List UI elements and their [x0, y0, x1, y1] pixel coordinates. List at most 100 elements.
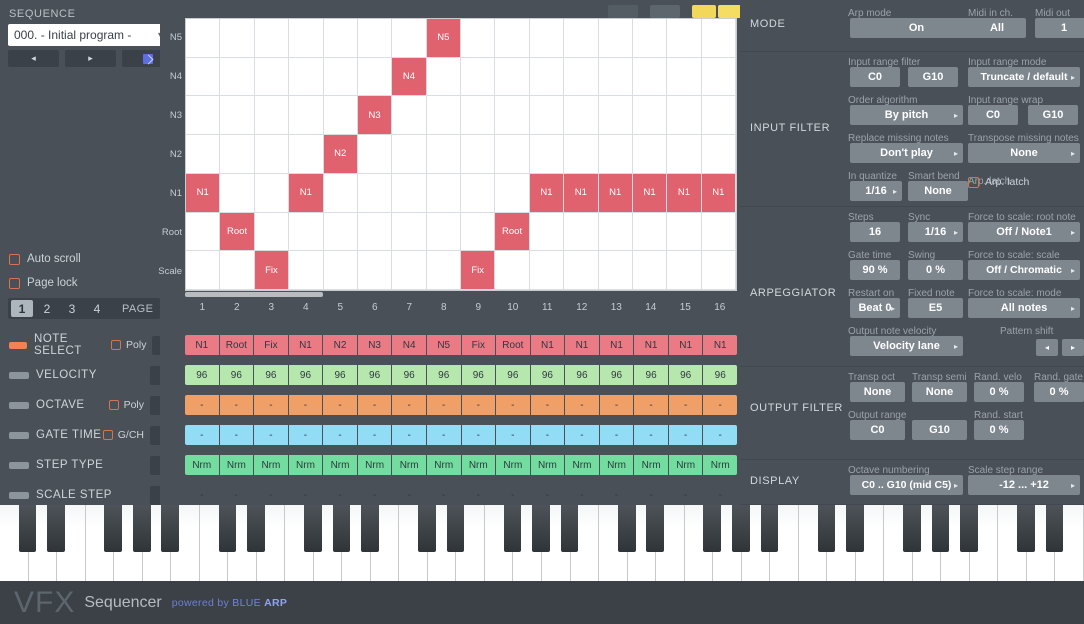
piano-black-key[interactable]: [703, 505, 722, 552]
lane-cell[interactable]: -: [288, 395, 323, 415]
page-button-2[interactable]: 2: [36, 300, 58, 317]
grid-cell[interactable]: [598, 19, 633, 58]
grid-cell[interactable]: [426, 96, 461, 136]
grid-cell[interactable]: [701, 19, 736, 58]
lane-cell[interactable]: Nrm: [703, 455, 737, 475]
grid-cell[interactable]: [598, 251, 633, 290]
grid-cell[interactable]: [186, 212, 221, 252]
grid-cell[interactable]: [323, 212, 358, 252]
piano-black-key[interactable]: [903, 505, 921, 552]
lane-cell[interactable]: Root: [219, 335, 254, 355]
lane-cell[interactable]: N1: [634, 335, 668, 355]
piano-black-key[interactable]: [304, 505, 322, 552]
lane-cell[interactable]: -: [323, 395, 357, 415]
lane-cell[interactable]: -: [565, 485, 599, 505]
lane-cell[interactable]: -: [357, 425, 392, 445]
grid-cell[interactable]: [289, 135, 324, 174]
lane-cell[interactable]: -: [185, 485, 219, 505]
field-value-steps[interactable]: 16: [850, 222, 900, 242]
lane-cell[interactable]: 96: [323, 365, 357, 385]
piano-black-key[interactable]: [161, 505, 180, 552]
grid-cell[interactable]: [392, 251, 427, 290]
lane-cell[interactable]: -: [565, 395, 599, 415]
grid-cell-active[interactable]: Fix: [461, 251, 496, 290]
lane-cell[interactable]: -: [634, 485, 668, 505]
grid-cell[interactable]: [632, 57, 668, 97]
lane-cell[interactable]: -: [669, 485, 703, 505]
piano-black-key[interactable]: [817, 505, 836, 552]
lane-cell[interactable]: N3: [357, 335, 392, 355]
indicator-2[interactable]: [650, 5, 680, 18]
grid-cell[interactable]: [598, 96, 633, 136]
grid-cell[interactable]: [598, 212, 633, 252]
grid-cell[interactable]: [632, 19, 668, 58]
piano-black-key[interactable]: [361, 505, 379, 552]
grid-cell[interactable]: [632, 212, 668, 252]
lane-cell[interactable]: Nrm: [392, 455, 426, 475]
grid-cell[interactable]: [323, 251, 358, 290]
lane-cell[interactable]: 96: [599, 365, 634, 385]
piano-black-key[interactable]: [47, 505, 66, 552]
grid-cell[interactable]: [254, 173, 290, 213]
lane-cell[interactable]: -: [426, 395, 461, 415]
grid-cell[interactable]: [254, 96, 290, 136]
lane-cell[interactable]: -: [185, 425, 219, 445]
grid-cell[interactable]: [289, 251, 324, 290]
grid-cell[interactable]: [495, 57, 530, 97]
grid-cell-active[interactable]: N1: [186, 173, 221, 213]
grid-cell[interactable]: [357, 212, 393, 252]
lane-cell[interactable]: Nrm: [461, 455, 496, 475]
lane-toggle-poly[interactable]: Poly: [108, 399, 144, 411]
grid-cell[interactable]: [564, 57, 599, 97]
grid-cell[interactable]: [701, 96, 736, 136]
grid-cell[interactable]: [495, 173, 530, 213]
grid-cell[interactable]: [461, 135, 496, 174]
grid-cell[interactable]: [392, 96, 427, 136]
lane-cell[interactable]: 96: [254, 365, 288, 385]
lane-cell[interactable]: 96: [703, 365, 737, 385]
lane-cell[interactable]: N1: [185, 335, 219, 355]
lane-cell[interactable]: -: [288, 425, 323, 445]
grid-cell[interactable]: [289, 212, 324, 252]
lane-cell[interactable]: Nrm: [530, 455, 565, 475]
grid-cell[interactable]: [220, 251, 255, 290]
field-value-gate-time[interactable]: 90 %: [850, 260, 900, 280]
grid-cell[interactable]: [426, 135, 461, 174]
lane-cell[interactable]: Nrm: [426, 455, 461, 475]
field-value-transpose-missing-notes[interactable]: None: [968, 143, 1080, 163]
grid-cell[interactable]: [667, 96, 702, 136]
lane-cell[interactable]: -: [703, 425, 737, 445]
field-value-rand-start[interactable]: 0 %: [974, 420, 1024, 440]
grid-cell[interactable]: [564, 251, 599, 290]
lane-toggle-g-ch[interactable]: G/CH: [102, 429, 144, 441]
field-value-input-range-mode[interactable]: Truncate / default: [968, 67, 1080, 87]
led-right[interactable]: [718, 5, 742, 18]
grid-cell[interactable]: [220, 96, 255, 136]
grid-cell[interactable]: [598, 135, 633, 174]
lane-cell[interactable]: 96: [634, 365, 668, 385]
page-button-3[interactable]: 3: [61, 300, 83, 317]
lane-cell[interactable]: N4: [392, 335, 426, 355]
lane-cell[interactable]: -: [392, 395, 426, 415]
lane-cell[interactable]: Nrm: [565, 455, 599, 475]
grid-cell[interactable]: [461, 173, 496, 213]
grid-cell-active[interactable]: N3: [357, 96, 393, 136]
grid-cell[interactable]: [254, 57, 290, 97]
grid-cell[interactable]: [289, 96, 324, 136]
lane-cell[interactable]: 96: [392, 365, 426, 385]
grid-cell[interactable]: [254, 212, 290, 252]
field-value-rand-gate[interactable]: 0 %: [1034, 382, 1084, 402]
grid-cell[interactable]: [667, 57, 702, 97]
grid-cell[interactable]: [323, 19, 358, 58]
grid-cell-active[interactable]: Fix: [254, 251, 290, 290]
prev-program-button[interactable]: ◂: [8, 50, 59, 67]
piano-black-key[interactable]: [560, 505, 579, 552]
field-value-swing[interactable]: 0 %: [908, 260, 963, 280]
lane-cell[interactable]: -: [496, 395, 530, 415]
lane-cell[interactable]: -: [462, 485, 496, 505]
lane-cell[interactable]: -: [634, 425, 668, 445]
lane-toggle-poly[interactable]: Poly: [111, 339, 146, 351]
field-value-midi-out-ch[interactable]: 1: [1035, 18, 1084, 38]
grid-cell[interactable]: [495, 251, 530, 290]
piano-black-key[interactable]: [418, 505, 436, 552]
